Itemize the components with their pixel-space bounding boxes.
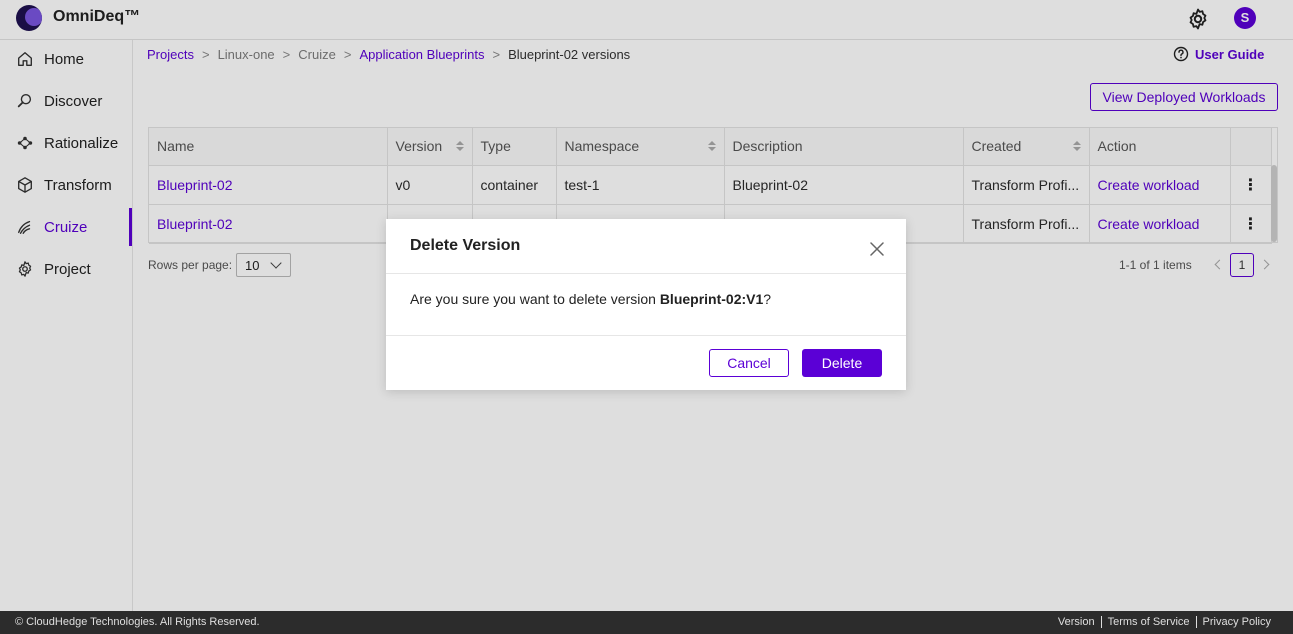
dialog-divider — [386, 273, 906, 274]
cancel-button[interactable]: Cancel — [709, 349, 789, 377]
dialog-title: Delete Version — [410, 237, 521, 254]
delete-version-dialog: Delete Version Are you sure you want to … — [386, 219, 906, 390]
dialog-divider — [386, 335, 906, 336]
dialog-message: Are you sure you want to delete version … — [410, 291, 772, 307]
delete-button[interactable]: Delete — [802, 349, 882, 377]
dialog-target-version: Blueprint-02:V1 — [659, 291, 764, 307]
close-icon[interactable] — [869, 241, 885, 257]
